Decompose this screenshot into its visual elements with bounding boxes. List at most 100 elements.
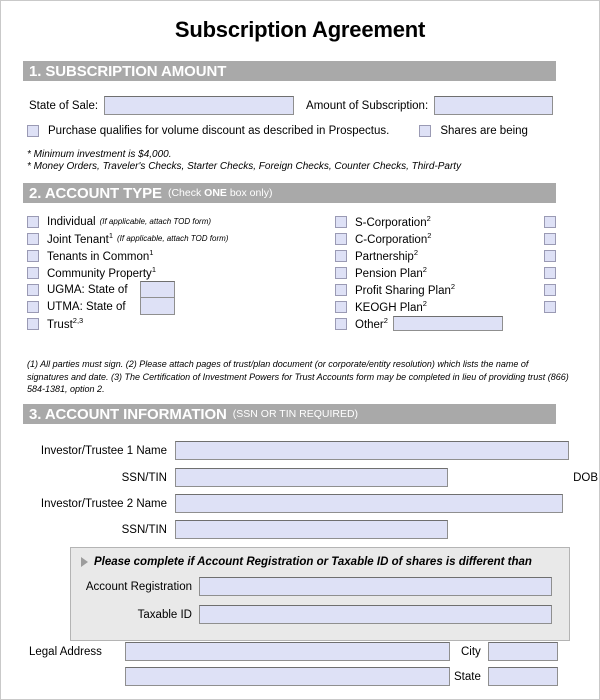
legal-address-label: Legal Address: [29, 646, 102, 658]
state-of-sale-input[interactable]: [104, 96, 295, 115]
tenants-in-common-footnote-marker: 1: [149, 248, 154, 258]
pension-plan-footnote-marker: 2: [422, 265, 427, 275]
community-property-footnote-marker: 1: [151, 265, 156, 275]
investor2-name-input[interactable]: [175, 494, 563, 513]
profit-sharing-plan-label: Profit Sharing Plan2: [355, 282, 455, 297]
utma-label: UTMA: State of: [47, 300, 126, 313]
shares-being-checkbox[interactable]: [419, 125, 432, 137]
shares-being-label: Shares are being: [440, 125, 528, 137]
form-page: Subscription Agreement 1. SUBSCRIPTION A…: [0, 0, 600, 700]
tenants-in-common-label: Tenants in Common1: [47, 248, 153, 263]
section-2-subtitle: (Check ONE box only): [168, 187, 272, 199]
amount-of-subscription-input[interactable]: [434, 96, 554, 115]
option-utma[interactable]: UTMA: State of: [27, 298, 228, 315]
section-2-subtitle-post: box only): [226, 187, 273, 199]
option-profit-sharing-plan[interactable]: Profit Sharing Plan2: [335, 281, 503, 298]
utma-checkbox[interactable]: [27, 300, 39, 313]
s-corporation-checkbox[interactable]: [335, 215, 347, 228]
tenants-in-common-checkbox[interactable]: [27, 249, 39, 262]
investor2-name-label: Investor/Trustee 2 Name: [40, 497, 167, 510]
pension-plan-checkbox[interactable]: [335, 266, 347, 279]
ugma-label: UGMA: State of: [47, 283, 128, 296]
option-tenants-in-common[interactable]: Tenants in Common1: [27, 247, 228, 264]
other-label-text: Other: [355, 318, 384, 331]
section-1-header: 1. SUBSCRIPTION AMOUNT: [23, 61, 556, 81]
s-corporation-label-text: S-Corporation: [355, 216, 427, 229]
utma-state-input[interactable]: [140, 298, 175, 315]
ssn2-row: SSN/TIN: [27, 520, 448, 539]
state-input[interactable]: [488, 667, 558, 686]
far-checkbox-1[interactable]: [544, 215, 556, 228]
account-type-right-column: S-Corporation2 C-Corporation2 Partnershi…: [335, 213, 503, 332]
option-c-corporation[interactable]: C-Corporation2: [335, 230, 503, 247]
state-of-sale-label: State of Sale:: [29, 99, 99, 112]
far-checkbox-4[interactable]: [544, 266, 556, 279]
far-checkbox-5[interactable]: [544, 283, 556, 296]
account-registration-label: Account Registration: [85, 580, 192, 593]
other-account-type-input[interactable]: [392, 316, 503, 331]
other-checkbox[interactable]: [335, 317, 347, 330]
partnership-label: Partnership2: [355, 248, 418, 263]
alternate-registration-title-text: Please complete if Account Registration …: [94, 556, 532, 568]
far-checkbox-2[interactable]: [544, 232, 556, 245]
taxable-id-input[interactable]: [199, 605, 552, 624]
ssn2-label: SSN/TIN: [121, 523, 167, 536]
volume-discount-checkbox[interactable]: [27, 125, 39, 137]
far-option-row[interactable]: [544, 264, 564, 281]
taxable-id-row: Taxable ID: [79, 605, 552, 624]
ugma-state-input[interactable]: [140, 281, 175, 298]
option-ugma[interactable]: UGMA: State of: [27, 281, 228, 298]
profit-sharing-plan-checkbox[interactable]: [335, 283, 347, 296]
option-partnership[interactable]: Partnership2: [335, 247, 503, 264]
section-3-subtitle: (SSN OR TIN REQUIRED): [232, 408, 359, 420]
joint-tenant-checkbox[interactable]: [27, 232, 39, 245]
far-checkbox-3[interactable]: [544, 249, 556, 262]
community-property-label-text: Community Property: [47, 267, 152, 280]
far-option-row[interactable]: [544, 213, 564, 230]
far-option-row[interactable]: [544, 230, 564, 247]
amount-of-subscription-label: Amount of Subscription:: [306, 99, 429, 112]
option-other[interactable]: Other2: [335, 315, 503, 332]
account-type-left-column: Individual (If applicable, attach TOD fo…: [27, 213, 228, 332]
joint-tenant-label-text: Joint Tenant: [47, 233, 109, 246]
ugma-utma-state-fields: [140, 281, 175, 315]
far-option-row[interactable]: [544, 281, 564, 298]
option-keogh-plan[interactable]: KEOGH Plan2: [335, 298, 503, 315]
investor1-name-input[interactable]: [175, 441, 569, 460]
dob-label: DOB: [573, 471, 598, 484]
account-registration-input[interactable]: [199, 577, 552, 596]
ssn2-input[interactable]: [175, 520, 448, 539]
legal-address-line1-input[interactable]: [125, 642, 450, 661]
keogh-plan-checkbox[interactable]: [335, 300, 347, 313]
city-input[interactable]: [488, 642, 558, 661]
far-option-row[interactable]: [544, 247, 564, 264]
section-2-title: 2. ACCOUNT TYPE: [29, 184, 162, 202]
partnership-checkbox[interactable]: [335, 249, 347, 262]
community-property-checkbox[interactable]: [27, 266, 39, 279]
option-s-corporation[interactable]: S-Corporation2: [335, 213, 503, 230]
ugma-checkbox[interactable]: [27, 283, 39, 296]
joint-tenant-note: (If applicable, attach TOD form): [116, 234, 229, 243]
partnership-footnote-marker: 2: [413, 248, 418, 258]
option-individual[interactable]: Individual (If applicable, attach TOD fo…: [27, 213, 228, 230]
account-type-footnotes: (1) All parties must sign. (2) Please at…: [27, 359, 569, 394]
subscription-checkbox-row: Purchase qualifies for volume discount a…: [27, 125, 528, 137]
trust-checkbox[interactable]: [27, 317, 39, 330]
option-pension-plan[interactable]: Pension Plan2: [335, 264, 503, 281]
option-joint-tenant[interactable]: Joint Tenant1 (If applicable, attach TOD…: [27, 230, 228, 247]
tenants-in-common-label-text: Tenants in Common: [47, 250, 150, 263]
ssn1-input[interactable]: [175, 468, 448, 487]
far-option-row[interactable]: [544, 298, 564, 315]
legal-address-line2-input[interactable]: [125, 667, 450, 686]
section-2-header: 2. ACCOUNT TYPE (Check ONE box only): [23, 183, 556, 203]
investor1-name-row: Investor/Trustee 1 Name: [27, 441, 569, 460]
c-corporation-checkbox[interactable]: [335, 232, 347, 245]
far-checkbox-6[interactable]: [544, 300, 556, 313]
option-community-property[interactable]: Community Property1: [27, 264, 228, 281]
option-trust[interactable]: Trust2,3: [27, 315, 228, 332]
section-2-subtitle-bold: ONE: [204, 187, 227, 199]
subscription-amount-row: State of Sale: Amount of Subscription:: [29, 96, 554, 115]
individual-checkbox[interactable]: [27, 215, 39, 228]
profit-sharing-plan-label-text: Profit Sharing Plan: [355, 284, 451, 297]
community-property-label: Community Property1: [47, 265, 156, 280]
